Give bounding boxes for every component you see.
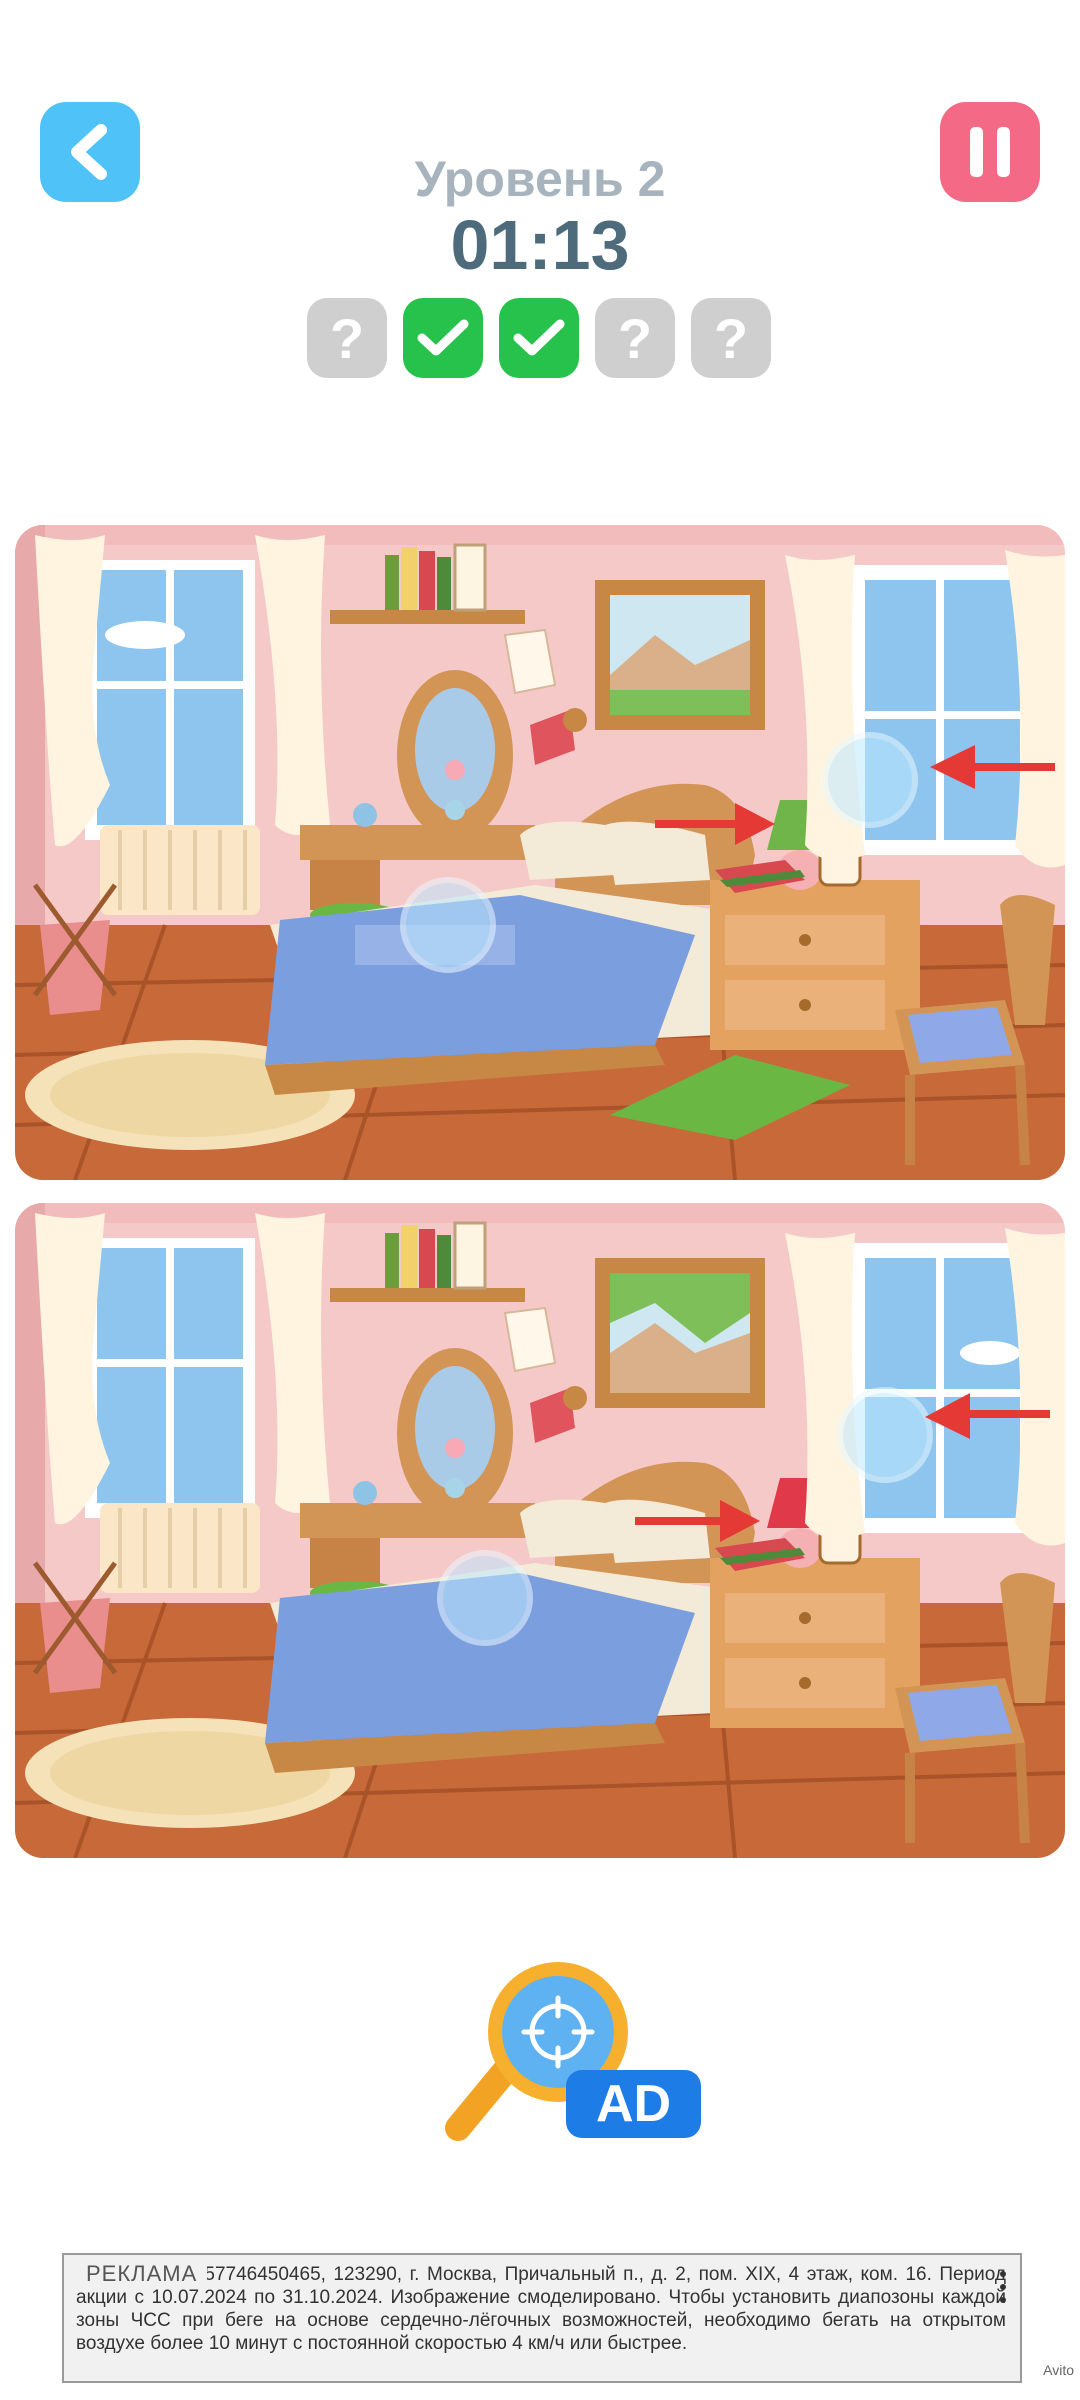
ad-menu-icon[interactable] (1000, 2271, 1006, 2310)
bedroom-illustration-modified (15, 1203, 1065, 1858)
scene-original[interactable] (15, 525, 1065, 1180)
found-marker (837, 1387, 933, 1483)
checkmark-icon (513, 319, 565, 356)
bedroom-illustration-original (15, 525, 1065, 1180)
watermark: Avito (1043, 2362, 1074, 2378)
hint-magnifier-button[interactable]: AD (440, 1960, 710, 2160)
difference-slot-unknown: ? (595, 298, 675, 378)
difference-slot-unknown: ? (691, 298, 771, 378)
found-marker (437, 1550, 533, 1646)
question-icon: ? (617, 306, 653, 370)
checkmark-icon (417, 319, 469, 356)
timer: 01:13 (450, 206, 630, 284)
level-title: Уровень 2 (414, 151, 666, 207)
scene-modified[interactable] (15, 1203, 1065, 1858)
ad-label: РЕКЛАМА (76, 2261, 208, 2287)
differences-progress: ? ? ? (307, 298, 771, 378)
difference-slot-found (499, 298, 579, 378)
found-marker (822, 732, 918, 828)
question-icon: ? (713, 306, 749, 370)
difference-slot-unknown: ? (307, 298, 387, 378)
ad-banner[interactable]: «...», ОГРН 1157746450465, 123290, г. Мо… (62, 2253, 1022, 2383)
ad-badge: AD (566, 2070, 701, 2138)
ad-disclaimer-text: «...», ОГРН 1157746450465, 123290, г. Мо… (76, 2264, 1006, 2354)
found-marker (400, 877, 496, 973)
difference-slot-found (403, 298, 483, 378)
question-icon: ? (329, 306, 365, 370)
